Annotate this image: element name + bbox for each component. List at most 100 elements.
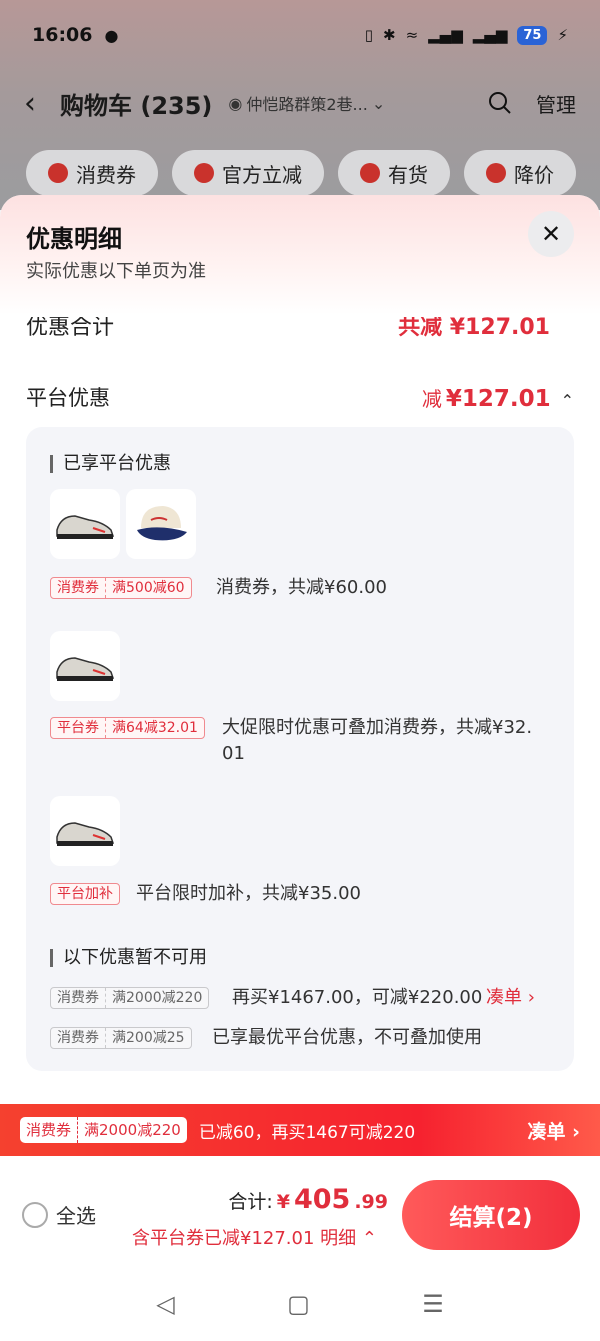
select-all-checkbox[interactable]: 全选 bbox=[22, 1200, 96, 1229]
wechat-icon: ● bbox=[104, 25, 119, 45]
5g-signal-icon: ▂▄▆ bbox=[428, 26, 463, 44]
total-integer: 405 bbox=[293, 1184, 351, 1215]
promo-banner[interactable]: 消费券 满2000减220 已减60，再买1467可减220 凑单 › bbox=[0, 1104, 600, 1156]
detail-link: 明细 bbox=[320, 1228, 357, 1249]
unavailable-section-title: 以下优惠暂不可用 bbox=[50, 949, 207, 967]
product-thumbnail-sneaker bbox=[50, 796, 120, 866]
total-price: 合计: ¥ 405 .99 bbox=[228, 1184, 388, 1215]
eye-icon: ◉ bbox=[228, 93, 243, 113]
coupon-tag-rule: 满2000减220 bbox=[77, 1117, 187, 1143]
chevron-up-icon: ⌃ bbox=[560, 390, 574, 410]
filter-chip-price-drop[interactable]: 降价 bbox=[464, 150, 576, 196]
sneaker-icon bbox=[56, 515, 115, 539]
promo-coupon-tag: 消费券 满2000减220 bbox=[20, 1117, 187, 1143]
filter-chip-label: 降价 bbox=[514, 162, 554, 187]
unavailable-coupon-tag: 消费券 满200减25 bbox=[50, 1027, 192, 1049]
vibrate-icon: ▯ bbox=[364, 26, 373, 44]
back-arrow-icon[interactable]: ‹ bbox=[24, 86, 60, 121]
filter-chip-label: 消费券 bbox=[76, 162, 136, 187]
filter-chip-in-stock[interactable]: 有货 bbox=[338, 150, 450, 196]
product-thumbnail-sneaker bbox=[50, 631, 120, 701]
filter-chip-coupon[interactable]: 消费券 bbox=[26, 150, 158, 196]
page-title: 购物车 (235) bbox=[60, 91, 213, 120]
discount-detail-sheet: 优惠明细 实际优惠以下单页为准 ✕ 优惠合计 共减 ¥127.01 平台优惠 减… bbox=[0, 195, 600, 1105]
coupon-tag-type: 消费券 bbox=[57, 1030, 99, 1046]
nav-back-icon[interactable]: ◁ bbox=[156, 1290, 174, 1318]
coupon-tag-rule: 满500减60 bbox=[105, 578, 191, 598]
nav-menu-icon[interactable]: ☰ bbox=[422, 1290, 444, 1318]
coupon-tag-rule: 满64减32.01 bbox=[105, 718, 204, 738]
nav-home-icon[interactable]: ▢ bbox=[287, 1290, 310, 1318]
coupon-tag-type: 消费券 bbox=[57, 580, 99, 596]
address-text: 仲恺路群策2巷... bbox=[246, 95, 368, 114]
platform-subsidy-desc: 平台限时加补，共减¥35.00 bbox=[136, 883, 361, 904]
add-items-link[interactable]: 凑单 › bbox=[486, 985, 535, 1011]
product-thumbnail-sneaker bbox=[50, 489, 120, 559]
sheet-subtitle: 实际优惠以下单页为准 bbox=[26, 261, 206, 282]
discount-detail-card: 已享平台优惠 消费券 满500减60 消费券，共减¥60.00 平台券 满64减… bbox=[26, 427, 574, 1071]
checkout-button[interactable]: 结算(2) bbox=[402, 1180, 580, 1250]
manage-button[interactable]: 管理 bbox=[536, 89, 576, 118]
coupon-tag-type: 平台券 bbox=[57, 720, 99, 736]
sheet-title: 优惠明细 bbox=[26, 225, 122, 253]
price-drop-icon bbox=[486, 163, 506, 183]
lightning-icon bbox=[194, 163, 214, 183]
chevron-up-icon: ⌃ bbox=[361, 1228, 377, 1249]
chevron-right-icon: › bbox=[527, 987, 535, 1008]
platform-coupon-tag: 平台券 满64减32.01 bbox=[50, 717, 205, 739]
address-selector[interactable]: ◉ 仲恺路群策2巷... ⌄ bbox=[228, 91, 385, 115]
discount-summary[interactable]: 含平台券已减¥127.01 明细 ⌃ bbox=[132, 1224, 377, 1250]
charging-icon: ⚡ bbox=[557, 26, 568, 44]
status-time: 16:06 bbox=[32, 24, 93, 46]
coupon-tag-type: 消费券 bbox=[26, 1121, 72, 1139]
system-nav-bar: ◁ ▢ ☰ bbox=[0, 1266, 600, 1341]
promo-text: 已减60，再买1467可减220 bbox=[198, 1122, 416, 1143]
discount-total-row: 优惠合计 共减 ¥127.01 bbox=[26, 317, 574, 343]
promo-link-label: 凑单 bbox=[527, 1120, 566, 1143]
5g-signal-icon: ▂▄▆ bbox=[472, 26, 508, 44]
close-button[interactable]: ✕ bbox=[528, 211, 574, 257]
coupon-desc: 消费券，共减¥60.00 bbox=[216, 577, 387, 598]
enjoyed-section-title: 已享平台优惠 bbox=[50, 455, 171, 473]
coupon-tag-type: 平台加补 bbox=[57, 886, 113, 902]
battery-icon: 75 bbox=[517, 25, 548, 45]
chevron-down-icon: ⌄ bbox=[371, 93, 386, 113]
status-bar: 16:06 ● ▯ ✱ ≈ ▂▄▆ ▂▄▆ 75 ⚡ bbox=[0, 0, 600, 70]
platform-discount-label: 平台优惠 bbox=[26, 386, 110, 410]
total-decimal: .99 bbox=[354, 1191, 388, 1213]
unavailable-coupon-desc: 再买¥1467.00，可减¥220.00 bbox=[232, 987, 483, 1008]
checkout-bar: 全选 合计: ¥ 405 .99 含平台券已减¥127.01 明细 ⌃ 结算(2… bbox=[0, 1156, 600, 1266]
unavailable-coupon-desc: 已享最优平台优惠，不可叠加使用 bbox=[212, 1027, 482, 1048]
cart-icon bbox=[360, 163, 380, 183]
close-icon: ✕ bbox=[540, 220, 562, 248]
platform-subsidy-tag: 平台加补 bbox=[50, 883, 120, 905]
filter-chip-label: 有货 bbox=[388, 162, 428, 187]
cart-nav-bar: ‹ 购物车 (235) ◉ 仲恺路群策2巷... ⌄ 管理 bbox=[0, 78, 600, 128]
product-thumbnail-cap bbox=[126, 489, 196, 559]
add-items-link-label: 凑单 bbox=[486, 987, 522, 1008]
discount-summary-text: 含平台券已减¥127.01 bbox=[132, 1228, 315, 1249]
cap-icon bbox=[137, 506, 187, 541]
sneaker-icon bbox=[56, 822, 115, 846]
search-icon[interactable] bbox=[488, 91, 512, 115]
currency-symbol: ¥ bbox=[276, 1191, 290, 1213]
coupon-tag: 消费券 满500减60 bbox=[50, 577, 192, 599]
platform-coupon-desc-line2: 01 bbox=[222, 743, 245, 764]
platform-discount-row[interactable]: 平台优惠 减 ¥127.01 ⌃ bbox=[26, 380, 574, 414]
radio-unchecked-icon bbox=[22, 1201, 48, 1228]
filter-chip-label: 官方立减 bbox=[222, 162, 302, 187]
promo-add-items-link[interactable]: 凑单 › bbox=[528, 1117, 580, 1144]
platform-discount-amount: ¥127.01 bbox=[445, 385, 551, 412]
select-all-label: 全选 bbox=[56, 1204, 96, 1228]
discount-total-label: 优惠合计 bbox=[26, 317, 115, 340]
coupon-tag-rule: 满200减25 bbox=[105, 1028, 191, 1048]
total-label: 合计: bbox=[228, 1191, 273, 1213]
coupon-icon bbox=[48, 163, 68, 183]
unavailable-coupon-tag: 消费券 满2000减220 bbox=[50, 987, 210, 1009]
bluetooth-icon: ✱ bbox=[382, 26, 396, 44]
coupon-tag-rule: 满2000减220 bbox=[105, 988, 208, 1008]
coupon-tag-type: 消费券 bbox=[57, 990, 99, 1006]
filter-chip-official-discount[interactable]: 官方立减 bbox=[172, 150, 324, 196]
sheet-header: 优惠明细 实际优惠以下单页为准 ✕ bbox=[0, 195, 600, 315]
sneaker-icon bbox=[56, 657, 115, 681]
